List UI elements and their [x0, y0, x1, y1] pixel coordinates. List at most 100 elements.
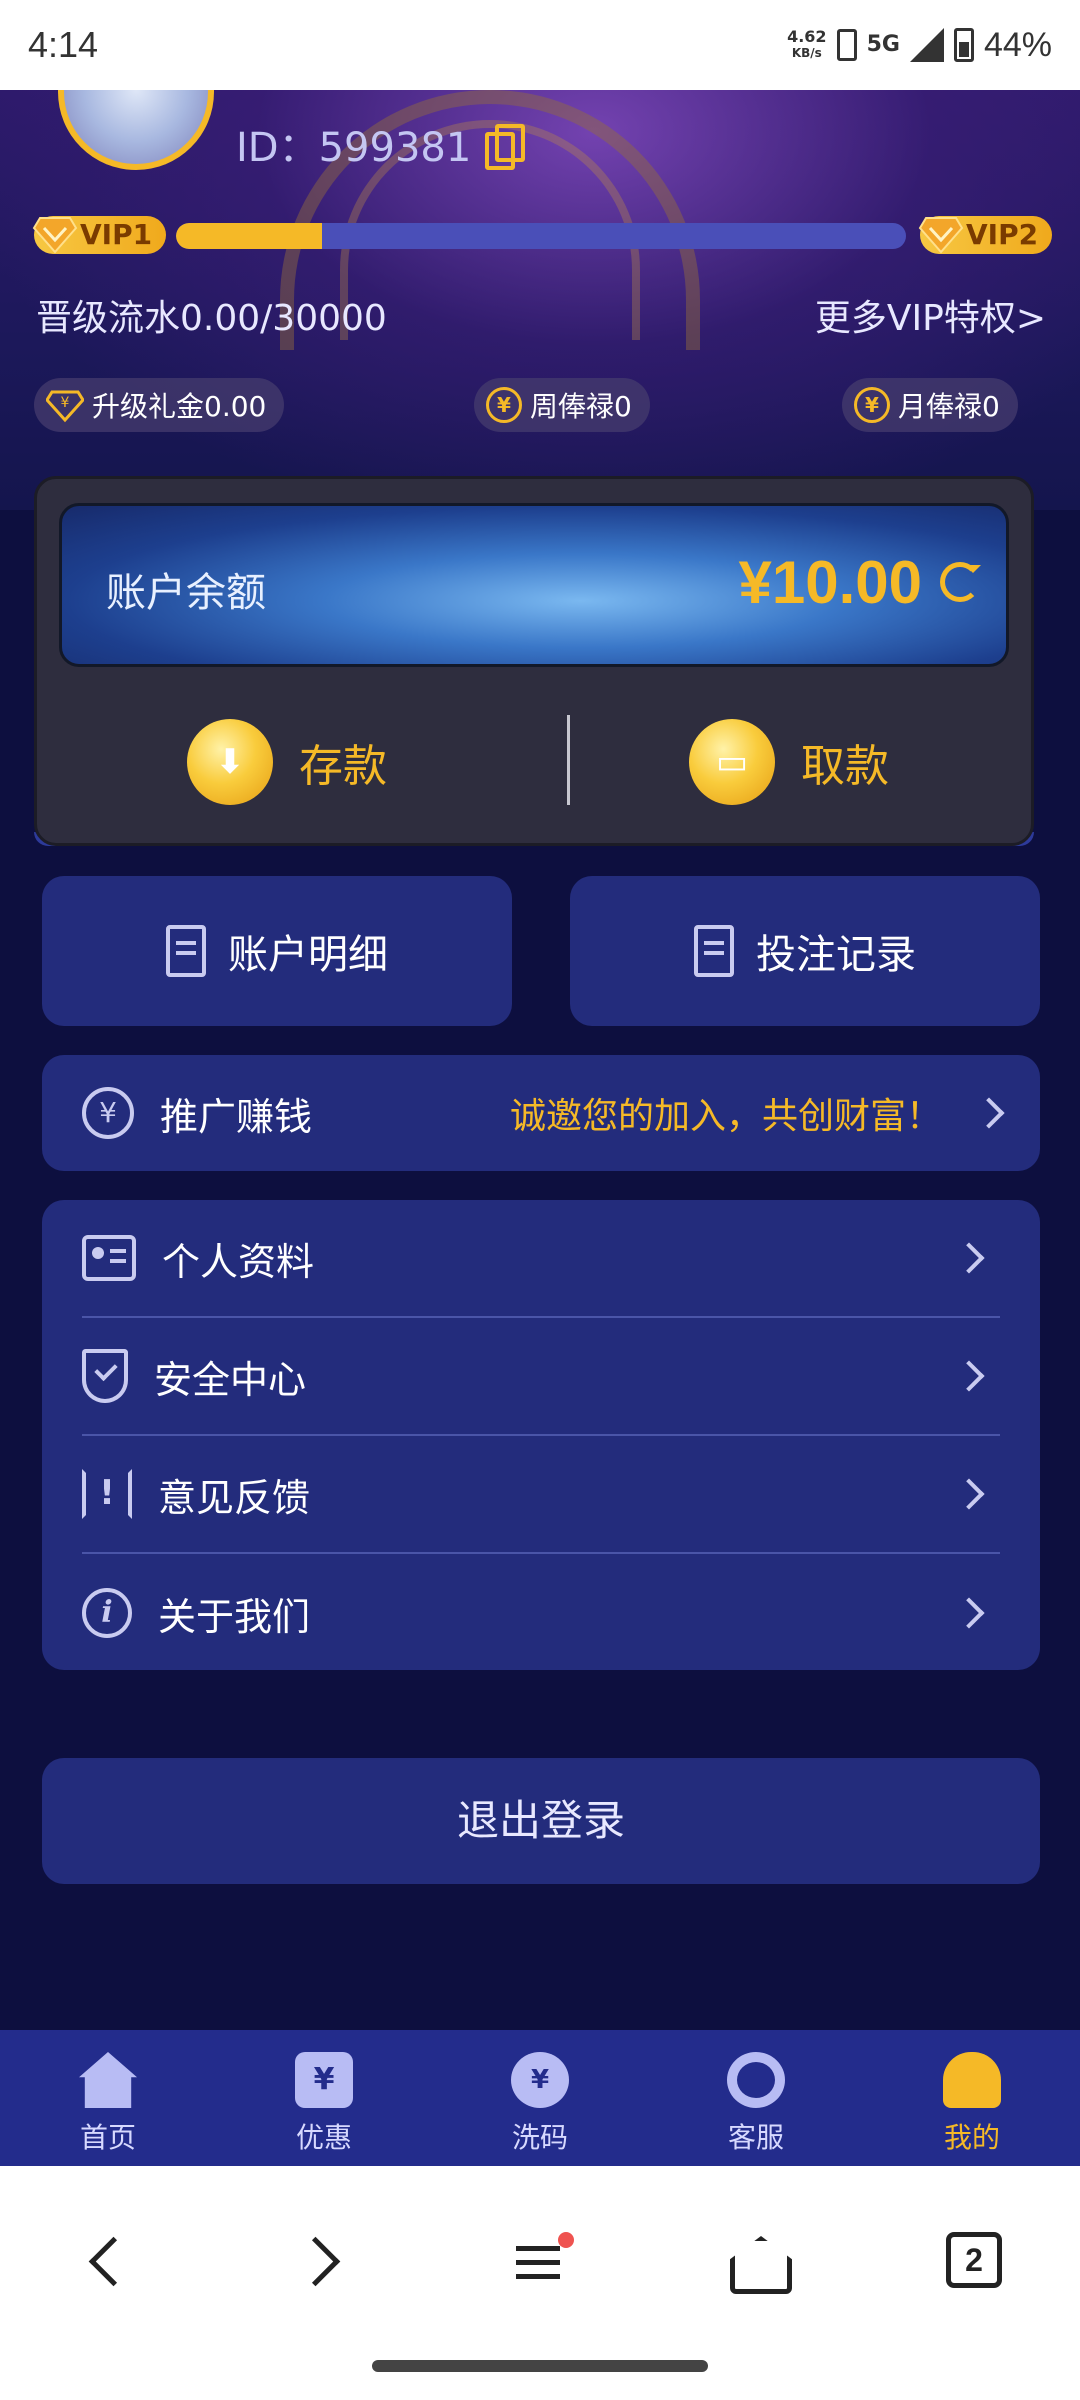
- diamond-icon: ¥: [46, 390, 84, 423]
- diamond-icon: [918, 217, 964, 254]
- headset-icon: [727, 2052, 785, 2108]
- promotion-label: 推广赚钱: [160, 1094, 313, 1139]
- user-id: ID：599381: [236, 125, 472, 171]
- svg-text:¥: ¥: [61, 395, 70, 411]
- more-vip-privileges-link[interactable]: 更多VIP特权>: [815, 289, 1046, 341]
- account-detail-button[interactable]: 账户明细: [42, 876, 512, 1026]
- coin-icon: ¥: [854, 387, 890, 423]
- forward-arrow-icon[interactable]: [284, 2222, 364, 2302]
- tabs-button[interactable]: 2: [934, 2222, 1014, 2302]
- promotion-row[interactable]: ¥ 推广赚钱 诚邀您的加入，共创财富！: [42, 1055, 1040, 1171]
- deposit-label: 存款: [299, 741, 387, 792]
- tab-mine[interactable]: 我的: [907, 2052, 1037, 2156]
- balance-actions: ⬇ 存款 ▭ 取款: [37, 715, 1031, 815]
- shield-icon: [82, 1349, 128, 1403]
- home-icon: [79, 2052, 137, 2108]
- vip-turnover-row: 晋级流水0.00/30000 更多VIP特权>: [36, 290, 1046, 340]
- bill-icon: [166, 925, 206, 977]
- upgrade-bonus-chip: ¥ 升级礼金0.00: [34, 378, 285, 432]
- vip-current-badge: VIP1: [32, 216, 167, 254]
- menu-item-label: 关于我们: [158, 1594, 311, 1639]
- promotion-slogan: 诚邀您的加入，共创财富！: [509, 1096, 942, 1137]
- signal-icon: [909, 28, 944, 62]
- chevron-right-icon: [953, 1597, 985, 1629]
- notification-dot: [558, 2232, 574, 2248]
- chevron-right-icon: [953, 1242, 985, 1274]
- tab-count: 2: [946, 2232, 1002, 2288]
- tab-support[interactable]: 客服: [691, 2052, 821, 2156]
- bottom-tab-bar: 首页 ¥ 优惠 ¥ 洗码 客服 我的: [0, 2030, 1080, 2166]
- copy-icon[interactable]: [485, 124, 526, 170]
- weekly-salary-chip: ¥ 周俸禄0: [474, 378, 650, 432]
- refresh-icon[interactable]: [940, 562, 981, 602]
- logout-button[interactable]: 退出登录: [42, 1758, 1040, 1884]
- weekly-salary-text: 周俸禄0: [530, 390, 632, 423]
- document-icon: [694, 925, 734, 977]
- home-indicator[interactable]: [372, 2360, 708, 2372]
- vip-progress-bar: [176, 223, 906, 249]
- menu-item-about[interactable]: i 关于我们: [82, 1554, 1000, 1672]
- reward-chips: ¥ 升级礼金0.00 ¥ 周俸禄0 ¥ 月俸禄0: [34, 378, 1048, 432]
- balance-card: 账户余额 ¥10.00 ⬇ 存款 ▭ 取款: [34, 476, 1034, 846]
- menu-icon[interactable]: [500, 2222, 580, 2302]
- monthly-salary-chip: ¥ 月俸禄0: [842, 378, 1018, 432]
- id-card-icon: [82, 1235, 136, 1281]
- net-speed: 4.62 KB/s: [787, 29, 826, 61]
- user-id-row: ID：599381: [236, 115, 526, 173]
- upgrade-bonus-text: 升级礼金0.00: [92, 390, 267, 423]
- yen-circle-icon: ¥: [82, 1087, 134, 1139]
- settings-menu: 个人资料 安全中心 ! 意见反馈 i 关于我们: [42, 1200, 1040, 1670]
- tab-label: 我的: [943, 2121, 1000, 2154]
- account-detail-label: 账户明细: [228, 932, 388, 978]
- tab-offers[interactable]: ¥ 优惠: [259, 2052, 389, 2156]
- tab-rebate[interactable]: ¥ 洗码: [475, 2052, 605, 2156]
- balance-value: ¥10.00: [738, 549, 922, 616]
- tab-label: 客服: [727, 2121, 784, 2154]
- bet-record-label: 投注记录: [756, 932, 916, 978]
- menu-item-label: 个人资料: [162, 1239, 315, 1284]
- balance-panel: 账户余额 ¥10.00: [59, 503, 1009, 667]
- sim-card-icon: [836, 29, 857, 61]
- back-arrow-icon[interactable]: [66, 2222, 146, 2302]
- deposit-button[interactable]: ⬇ 存款: [187, 719, 387, 805]
- withdraw-card-icon: ▭: [689, 719, 775, 805]
- vip-progress-row: VIP1 VIP2: [32, 210, 1053, 260]
- network-type: 5G: [866, 32, 900, 57]
- menu-item-label: 意见反馈: [158, 1475, 311, 1520]
- battery-icon: [953, 28, 974, 62]
- vip-next-badge: VIP2: [918, 216, 1053, 254]
- menu-item-feedback[interactable]: ! 意见反馈: [82, 1436, 1000, 1554]
- withdraw-label: 取款: [801, 741, 889, 792]
- tab-label: 洗码: [511, 2121, 568, 2154]
- vip-progress-fill: [176, 223, 322, 249]
- net-speed-unit: KB/s: [791, 46, 822, 60]
- net-speed-value: 4.62: [787, 27, 827, 46]
- bet-record-button[interactable]: 投注记录: [570, 876, 1040, 1026]
- vip-turnover-text: 晋级流水0.00/30000: [36, 298, 387, 339]
- vip-current-label: VIP1: [80, 218, 153, 251]
- tab-label: 首页: [79, 2121, 136, 2154]
- status-icons: 4.62 KB/s 5G 44%: [787, 26, 1052, 65]
- divider: [567, 715, 570, 805]
- user-icon: [943, 2052, 1001, 2108]
- status-time: 4:14: [28, 24, 99, 65]
- coin-icon: ¥: [486, 387, 522, 423]
- casino-chip-icon: ¥: [511, 2052, 569, 2108]
- vip-next-label: VIP2: [966, 218, 1039, 251]
- chevron-right-icon: [953, 1360, 985, 1392]
- chevron-right-icon: [973, 1097, 1005, 1129]
- home-outline-icon[interactable]: [716, 2222, 796, 2302]
- deposit-icon: ⬇: [187, 719, 273, 805]
- menu-item-security[interactable]: 安全中心: [82, 1318, 1000, 1436]
- diamond-icon: [32, 217, 78, 254]
- menu-item-profile[interactable]: 个人资料: [82, 1200, 1000, 1318]
- tab-label: 优惠: [295, 2121, 352, 2154]
- menu-item-label: 安全中心: [154, 1357, 307, 1402]
- monthly-salary-text: 月俸禄0: [898, 390, 1000, 423]
- tab-home[interactable]: 首页: [43, 2052, 173, 2156]
- status-bar: 4:14 4.62 KB/s 5G 44%: [0, 0, 1080, 90]
- chevron-right-icon: [953, 1478, 985, 1510]
- battery-percent: 44%: [983, 25, 1052, 64]
- coupon-icon: ¥: [295, 2052, 353, 2108]
- withdraw-button[interactable]: ▭ 取款: [689, 719, 889, 805]
